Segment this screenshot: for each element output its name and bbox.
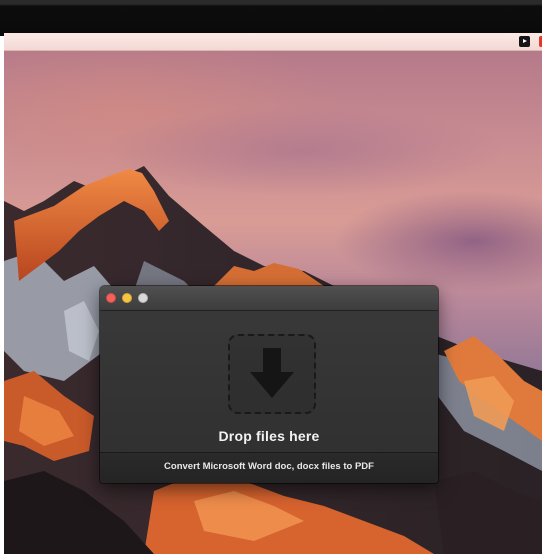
- conversion-description: Convert Microsoft Word doc, docx files t…: [164, 461, 374, 472]
- drop-target-box[interactable]: [228, 334, 316, 414]
- file-drop-zone[interactable]: Drop files here: [100, 311, 438, 452]
- download-arrow-icon: [250, 348, 294, 398]
- drop-files-label: Drop files here: [218, 428, 320, 444]
- close-button[interactable]: [106, 293, 116, 303]
- converter-window[interactable]: Drop files here Convert Microsoft Word d…: [100, 286, 438, 483]
- menu-bar: [4, 33, 542, 51]
- screen-bezel: [0, 0, 542, 36]
- zoom-button[interactable]: [138, 293, 148, 303]
- play-icon[interactable]: [519, 36, 530, 47]
- window-footer: Convert Microsoft Word doc, docx files t…: [100, 452, 438, 483]
- minimize-button[interactable]: [122, 293, 132, 303]
- window-titlebar[interactable]: [100, 286, 438, 311]
